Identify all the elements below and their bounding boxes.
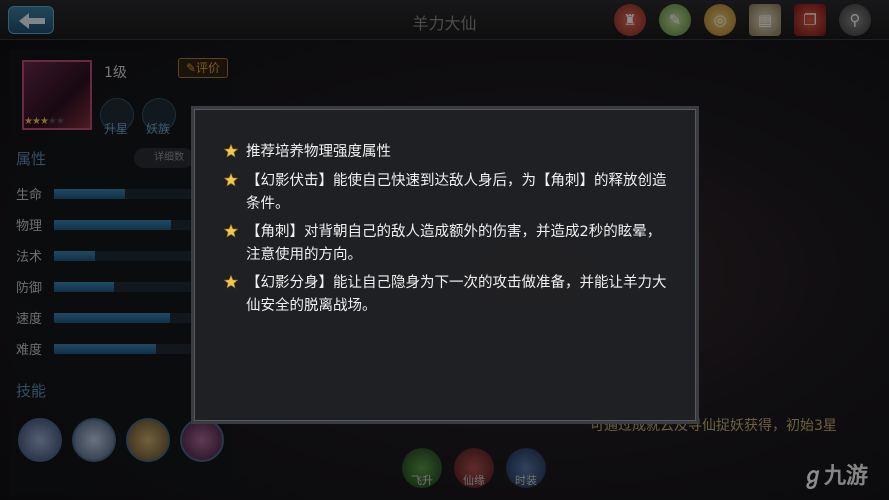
tip-text: 【幻影伏击】能使自己快速到达敌人身后，为【角刺】的释放创造条件。 xyxy=(246,173,667,212)
star-bullet-icon xyxy=(223,141,246,164)
tip-item: 【幻影伏击】能使自己快速到达敌人身后，为【角刺】的释放创造条件。 xyxy=(223,170,668,216)
tip-text: 【幻影分身】能让自己隐身为下一次的攻击做准备，并能让羊力大仙安全的脱离战场。 xyxy=(246,275,667,314)
tip-item: 【幻影分身】能让自己隐身为下一次的攻击做准备，并能让羊力大仙安全的脱离战场。 xyxy=(223,272,668,318)
tip-item: 推荐培养物理强度属性 xyxy=(223,141,668,164)
tip-text: 【角刺】对背朝自己的敌人造成额外的伤害，并造成2秒的眩晕，注意使用的方向。 xyxy=(246,224,662,263)
tip-item: 【角刺】对背朝自己的敌人造成额外的伤害，并造成2秒的眩晕，注意使用的方向。 xyxy=(223,221,668,267)
star-bullet-icon xyxy=(223,170,246,216)
star-bullet-icon xyxy=(223,221,246,267)
tip-text: 推荐培养物理强度属性 xyxy=(246,144,391,160)
tips-dialog: 推荐培养物理强度属性 【幻影伏击】能使自己快速到达敌人身后，为【角刺】的释放创造… xyxy=(191,106,699,424)
star-bullet-icon xyxy=(223,272,246,318)
